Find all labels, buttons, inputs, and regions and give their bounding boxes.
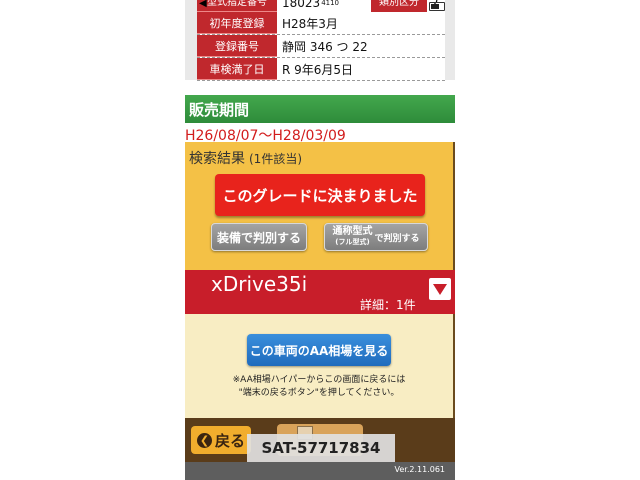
view-aa-market-button[interactable]: この車両のAA相場を見る bbox=[247, 334, 391, 366]
spec-label: 初年度登録 bbox=[197, 12, 277, 34]
judge-by-model-button[interactable]: 通称型式 (フル型式) で判別する bbox=[324, 223, 428, 251]
back-chevron-icon: ❮ bbox=[196, 432, 212, 448]
spec-value: R 9年6月5日 bbox=[282, 62, 354, 77]
spec-label: 車検満了日 bbox=[197, 58, 277, 80]
footer-bar: Ver.2.11.061 bbox=[185, 462, 455, 480]
spec-row-registration-number: 登録番号 静岡 346 つ 22 bbox=[197, 35, 445, 58]
model-sub-label: (フル型式) bbox=[335, 238, 370, 246]
spec-row-first-registration: 初年度登録 H28年3月 bbox=[197, 12, 445, 35]
spec-label-model: 型式指定番号 bbox=[197, 0, 277, 12]
expand-arrow-icon bbox=[433, 283, 447, 295]
spec-label-class: 類別区分 bbox=[371, 0, 427, 12]
spec-left-bar bbox=[185, 0, 197, 80]
back-button[interactable]: ❮ 戻る bbox=[191, 426, 251, 454]
model-label-stack: 通称型式 (フル型式) bbox=[332, 227, 372, 247]
market-price-section: この車両のAA相場を見る ※AA相場ハイパーからこの画面に戻るには "端末の戻る… bbox=[185, 314, 455, 418]
model-main-label: 通称型式 bbox=[332, 226, 373, 237]
expand-button[interactable] bbox=[429, 278, 451, 300]
grade-detail-count: 詳細：1件 bbox=[360, 298, 416, 312]
model-suffix-label: で判別する bbox=[374, 233, 420, 244]
results-title-text: 検索結果 bbox=[189, 151, 245, 167]
spec-value: H28年3月 bbox=[282, 16, 338, 31]
results-title: 検索結果 (1件該当) bbox=[189, 148, 302, 168]
spec-right-bar bbox=[445, 0, 455, 80]
results-count: (1件該当) bbox=[249, 152, 302, 166]
search-results-panel: 検索結果 (1件該当) このグレードに決まりました 装備で判別する 通称型式 (フ… bbox=[185, 142, 455, 270]
grade-name: xDrive35i bbox=[211, 272, 308, 296]
spec-value: 静岡 346 つ 22 bbox=[282, 39, 368, 54]
judge-by-equipment-button[interactable]: 装備で判別する bbox=[211, 223, 307, 251]
market-note: ※AA相場ハイパーからこの画面に戻るには "端末の戻るボタン"を押してください。 bbox=[185, 374, 453, 400]
spec-value-model: 18023 4110 bbox=[277, 0, 359, 12]
back-arrow-icon[interactable]: ◀ bbox=[199, 0, 207, 9]
version-label: Ver.2.11.061 bbox=[394, 465, 446, 474]
vehicle-spec-table: ◀ 型式指定番号 18023 4110 類別区分 2 初年度登録 H28年3月 … bbox=[197, 0, 445, 81]
model-sub-number: 4110 bbox=[321, 0, 340, 7]
spec-row-inspection-expiry: 車検満了日 R 9年6月5日 bbox=[197, 58, 445, 81]
grade-row[interactable]: xDrive35i 詳細：1件 bbox=[185, 270, 455, 314]
market-note-line2: "端末の戻るボタン"を押してください。 bbox=[238, 388, 400, 398]
spec-row-model: ◀ 型式指定番号 18023 4110 類別区分 2 bbox=[197, 0, 445, 12]
back-button-label: 戻る bbox=[214, 431, 245, 450]
confirm-grade-button[interactable]: このグレードに決まりました bbox=[215, 174, 425, 216]
battery-icon bbox=[429, 2, 445, 11]
watermark-label: SAT-57717834 bbox=[247, 434, 395, 462]
market-note-line1: ※AA相場ハイパーからこの画面に戻るには bbox=[232, 375, 406, 385]
model-number: 18023 bbox=[282, 0, 321, 10]
sales-period-header: 販売期間 bbox=[185, 95, 455, 123]
phone-screen: ◀ 型式指定番号 18023 4110 類別区分 2 初年度登録 H28年3月 … bbox=[185, 0, 455, 480]
spec-label: 登録番号 bbox=[197, 35, 277, 57]
